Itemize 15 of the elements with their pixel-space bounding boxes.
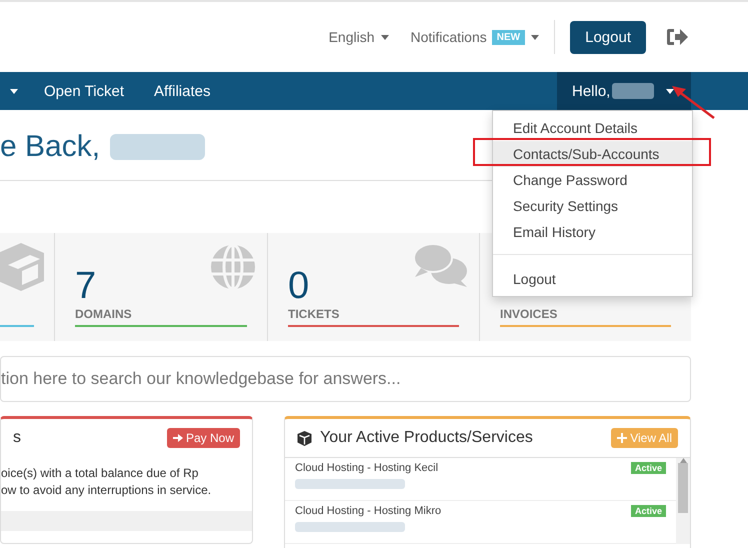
new-badge: NEW (492, 30, 526, 44)
stat-label: DOMAINS (75, 307, 133, 321)
panel-title: Your Active Products/Services (320, 429, 534, 447)
stat-count: 0 (288, 265, 310, 307)
stat-label: TICKETS (288, 307, 340, 321)
stat-label: INVOICES (500, 307, 558, 321)
invoice-notice-text: oice(s) with a total balance due of Rp (1, 465, 200, 482)
stat-count: 7 (75, 265, 98, 307)
welcome-heading: e Back, (0, 130, 100, 164)
product-name: Cloud Hosting - Hosting Mikro (295, 505, 442, 517)
invoice-notice-text: ow to avoid any interruptions in service. (1, 482, 212, 499)
status-badge: Active (630, 462, 666, 474)
panel-title: s (13, 429, 22, 447)
product-name: Cloud Hosting - Hosting Kecil (295, 462, 438, 474)
status-badge: Active (630, 505, 666, 517)
